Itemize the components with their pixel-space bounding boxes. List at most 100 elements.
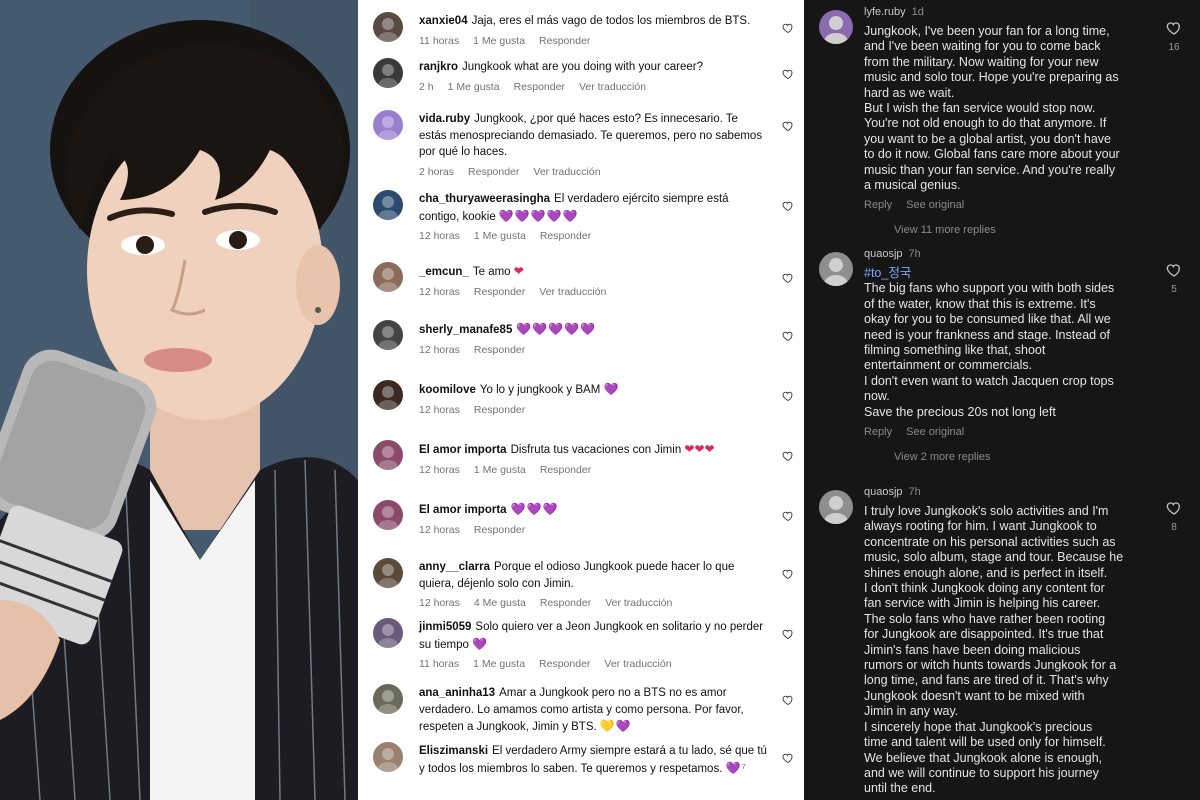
see-translation-link[interactable]: Ver traducción [579,81,646,93]
user-avatar[interactable] [373,742,403,772]
reply-link[interactable]: Responder [468,166,519,178]
like-heart-icon[interactable] [782,119,794,132]
user-avatar[interactable] [373,618,403,648]
see-translation-link[interactable]: Ver traducción [533,166,600,178]
comment-username[interactable]: cha_thuryaweerasingha [419,193,550,205]
comment-username[interactable]: jinmi5059 [419,621,471,633]
like-heart-icon[interactable] [782,693,794,706]
user-avatar[interactable] [373,12,403,42]
user-avatar[interactable] [373,58,403,88]
user-avatar[interactable] [373,262,403,292]
emoji-hearts: 💛💜 [599,719,632,733]
like-button[interactable]: 5 [1162,262,1186,295]
user-avatar[interactable] [373,440,403,470]
reply-link[interactable]: Responder [474,404,525,416]
comment-username[interactable]: koomilove [419,384,476,396]
comment-username[interactable]: ana_aninha13 [419,687,495,699]
reply-link[interactable]: Responder [539,35,590,47]
artist-photo [0,0,358,800]
emoji-hearts: 💜⁷ [725,760,747,775]
see-translation-link[interactable]: Ver traducción [539,286,606,298]
like-heart-icon[interactable] [782,567,794,580]
user-avatar[interactable] [373,320,403,350]
reply-link[interactable]: Responder [540,230,591,242]
see-original-link[interactable]: See original [906,199,964,211]
comment-username[interactable]: quaosjp [864,248,903,260]
user-avatar[interactable] [373,380,403,410]
like-heart-icon[interactable] [1166,500,1182,516]
user-avatar[interactable] [819,252,853,286]
user-avatar[interactable] [373,110,403,140]
reply-link[interactable]: Responder [539,658,590,670]
comment-username[interactable]: anny__clarra [419,561,490,573]
like-count[interactable]: 1 Me gusta [474,230,526,242]
see-translation-link[interactable]: Ver traducción [604,658,671,670]
user-avatar[interactable] [819,10,853,44]
user-avatar[interactable] [373,684,403,714]
like-heart-icon[interactable] [1166,20,1182,36]
like-heart-icon[interactable] [782,329,794,342]
like-count[interactable]: 4 Me gusta [474,597,526,609]
like-heart-icon[interactable] [782,509,794,522]
comment-username[interactable]: vida.ruby [419,113,470,125]
comment-time: 12 horas [419,463,460,476]
like-count[interactable]: 1 Me gusta [473,658,525,670]
comment-username[interactable]: quaosjp [864,486,903,498]
comment-line: I sincerely hope that Jungkook's preciou… [864,719,1093,734]
like-heart-icon[interactable] [782,627,794,640]
reply-link[interactable]: Responder [474,524,525,536]
comment-line: from the military. Now waiting for your … [864,54,1099,69]
like-heart-icon[interactable] [782,389,794,402]
comment-username[interactable]: El amor importa [419,504,507,516]
like-count[interactable]: 1 Me gusta [474,464,526,476]
comment-message: Jaja, eres el más vago de todos los miem… [471,15,751,27]
view-more-replies-link[interactable]: View 11 more replies [894,224,996,236]
reply-link[interactable]: Responder [474,286,525,298]
comment-text: vida.ruby Jungkook, ¿por qué haces esto? … [419,111,767,161]
comment-username[interactable]: El amor importa [419,444,507,456]
hashtag-link[interactable]: #to_정국 [864,266,1154,281]
reply-link[interactable]: Reply [864,426,892,438]
comment-body: jinmi5059 Solo quiero ver a Jeon Jungkook… [419,619,767,673]
reply-link[interactable]: Responder [514,81,565,93]
comment-line: filming something like that, shoot [864,343,1046,358]
like-heart-icon[interactable] [782,199,794,212]
reply-link[interactable]: Responder [540,597,591,609]
reply-link[interactable]: Responder [474,344,525,356]
comment-username[interactable]: sherly_manafe85 [419,324,512,336]
comment-time: 11 horas [419,658,460,670]
user-avatar[interactable] [373,558,403,588]
like-heart-icon[interactable] [782,751,794,764]
like-heart-icon[interactable] [782,67,794,80]
reply-link[interactable]: Reply [864,199,892,211]
like-heart-icon[interactable] [782,21,794,34]
see-original-link[interactable]: See original [906,426,964,438]
emoji-hearts: 💜💜💜💜💜 [498,208,579,223]
like-count[interactable]: 1 Me gusta [448,81,500,93]
like-heart-icon[interactable] [782,449,794,462]
reply-link[interactable]: Responder [540,464,591,476]
like-count[interactable]: 1 Me gusta [473,35,525,47]
comment-time: 12 horas [419,285,460,298]
emoji-hearts: ❤❤❤ [684,442,715,456]
comment-line: music and solo tour. Hope you're prepari… [864,70,1119,85]
comment-username[interactable]: lyfe.ruby [864,6,906,18]
comment-username[interactable]: _emcun_ [419,266,469,278]
comment-username[interactable]: xanxie04 [419,15,468,27]
user-avatar[interactable] [373,500,403,530]
user-avatar[interactable] [373,190,403,220]
like-heart-icon[interactable] [782,271,794,284]
comment-username[interactable]: Eliszimanski [419,745,488,757]
see-translation-link[interactable]: Ver traducción [605,597,672,609]
comment-text: sherly_manafe85 💜💜💜💜💜 [419,321,767,339]
like-button[interactable]: 16 [1162,20,1186,53]
comment-line: long time, and fans are tired of it. Tha… [864,673,1109,688]
like-heart-icon[interactable] [1166,262,1182,278]
comment-username[interactable]: ranjkro [419,61,458,73]
user-avatar[interactable] [819,490,853,524]
like-button[interactable]: 8 [1162,500,1186,533]
view-more-replies-link[interactable]: View 2 more replies [894,451,990,463]
comment-line: to do it now. Global fans care more abou… [864,147,1120,162]
comment-line: Save the precious 20s not long left [864,404,1056,419]
comment-line: hard as we wait. [864,85,955,100]
